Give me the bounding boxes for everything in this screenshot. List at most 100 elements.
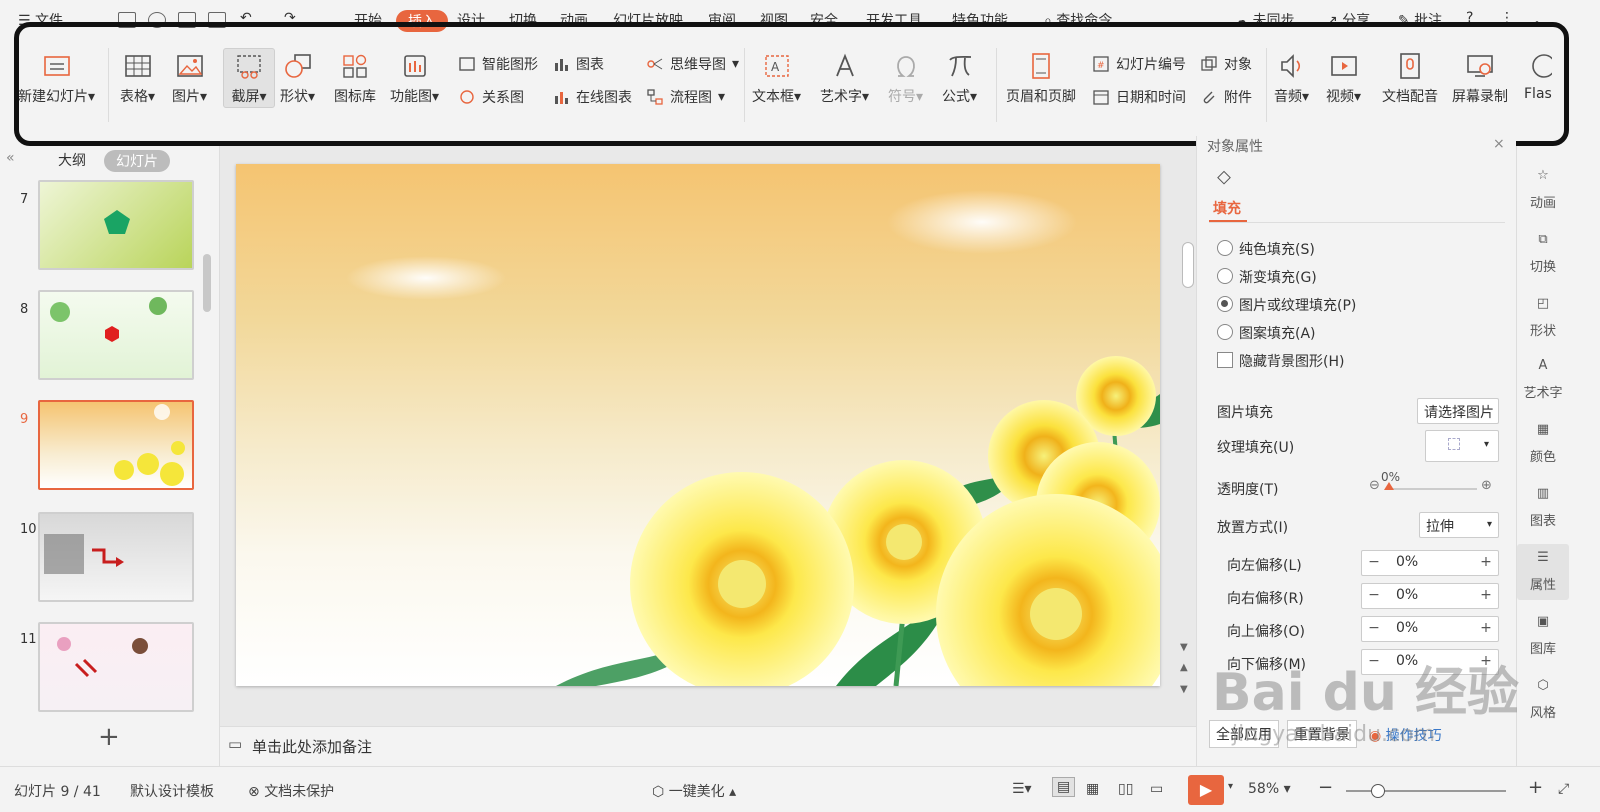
notes-area[interactable]: ▭ 单击此处添加备注 xyxy=(220,726,1196,766)
offset-top-stepper[interactable]: −0% + xyxy=(1361,616,1499,642)
comment-button[interactable]: ✎ 批注 xyxy=(1398,10,1442,30)
sidebar-item-animation[interactable]: ☆ 动画 xyxy=(1517,168,1569,211)
attachment-button[interactable]: 附件 xyxy=(1200,87,1252,107)
save-icon[interactable] xyxy=(118,12,136,28)
collapse-ribbon-icon[interactable]: ︿ xyxy=(1530,10,1544,30)
slide-vertical-scrollbar[interactable] xyxy=(1182,242,1194,288)
picture-fill-select[interactable]: 请选择图片 xyxy=(1417,398,1499,424)
export-pdf-icon[interactable] xyxy=(208,12,226,28)
sidebar-item-transition[interactable]: ⧉ 切换 xyxy=(1517,232,1569,275)
minus-button[interactable]: − xyxy=(1364,620,1384,636)
tab-animation[interactable]: 动画 xyxy=(560,10,588,30)
offset-left-value[interactable]: 0% xyxy=(1396,554,1418,570)
placement-select[interactable]: 拉伸 ▾ xyxy=(1419,512,1499,538)
minus-button[interactable]: − xyxy=(1364,554,1384,570)
flash-button[interactable]: Flas xyxy=(1524,52,1552,102)
wordart-button[interactable]: 艺术字▾ xyxy=(820,52,869,106)
presenter-view-icon[interactable]: ▭ xyxy=(1150,781,1163,797)
undo-history-icon[interactable] xyxy=(148,12,166,28)
thumbnail-scrollbar[interactable] xyxy=(203,254,211,312)
print-icon[interactable] xyxy=(178,12,196,28)
tab-outline[interactable]: 大纲 xyxy=(58,150,86,170)
tab-design[interactable]: 设计 xyxy=(457,10,485,30)
tab-view[interactable]: 视图 xyxy=(760,10,788,30)
tab-security[interactable]: 安全 xyxy=(810,10,838,30)
online-chart-button[interactable]: 在线图表 xyxy=(552,87,632,107)
template-name[interactable]: 默认设计模板 xyxy=(130,781,214,801)
function-chart-button[interactable]: 功能图▾ xyxy=(390,52,439,106)
tab-features[interactable]: 特色功能 xyxy=(952,10,1008,30)
table-button[interactable]: 表格▾ xyxy=(120,52,155,106)
fit-window-icon[interactable]: ⤢ xyxy=(1558,781,1569,797)
video-button[interactable]: 视频▾ xyxy=(1326,52,1361,106)
tab-transition[interactable]: 切换 xyxy=(509,10,537,30)
chevron-down-icon[interactable]: ▾ xyxy=(1228,781,1233,792)
tab-review[interactable]: 审阅 xyxy=(708,10,736,30)
tab-home[interactable]: 开始 xyxy=(354,10,382,30)
sidebar-item-shape[interactable]: ◰ 形状 xyxy=(1517,296,1569,339)
file-menu[interactable]: ☰ 文件 xyxy=(18,10,63,30)
minus-button[interactable]: − xyxy=(1364,587,1384,603)
transparency-minus-button[interactable]: ⊖ xyxy=(1369,478,1380,493)
sidebar-item-wordart[interactable]: A 艺术字 xyxy=(1517,358,1569,401)
beautify-button[interactable]: ⬡ 一键美化 ▴ xyxy=(652,781,736,801)
play-slideshow-button[interactable]: ▶ xyxy=(1188,775,1224,805)
mindmap-button[interactable]: 思维导图 ▾ xyxy=(646,54,739,74)
hide-background-checkbox[interactable] xyxy=(1217,352,1233,368)
new-slide-button[interactable]: 新建幻灯片▾ xyxy=(18,52,95,106)
icon-library-button[interactable]: 图标库 xyxy=(334,52,376,106)
slide-thumbnail[interactable] xyxy=(38,290,194,380)
share-button[interactable]: ↗ 分享 xyxy=(1326,10,1370,30)
slide-thumbnail-current[interactable] xyxy=(38,400,194,490)
sidebar-item-chart[interactable]: ▥ 图表 xyxy=(1517,486,1569,529)
smart-art-button[interactable]: 智能图形 xyxy=(458,54,538,74)
zoom-value[interactable]: 58% ▾ xyxy=(1248,781,1291,797)
picture-button[interactable]: 图片▾ xyxy=(172,52,207,106)
sidebar-item-style[interactable]: ⬡ 风格 xyxy=(1517,678,1569,721)
slide-number-button[interactable]: # 幻灯片编号 xyxy=(1092,54,1186,74)
relation-chart-button[interactable]: 关系图 xyxy=(458,87,524,107)
tab-fill[interactable]: 填充 xyxy=(1213,198,1241,218)
textbox-button[interactable]: A 文本框▾ xyxy=(752,52,801,106)
tab-insert[interactable]: 插入 xyxy=(396,10,448,32)
normal-view-icon[interactable]: ▤ xyxy=(1052,777,1076,797)
sidebar-item-properties[interactable]: ☰ 属性 xyxy=(1517,544,1569,600)
next-slide-icon[interactable]: ▼ xyxy=(1180,684,1188,695)
scroll-down-icon[interactable]: ▼ xyxy=(1180,642,1188,653)
datetime-button[interactable]: 日期和时间 xyxy=(1092,87,1186,107)
reading-view-icon[interactable]: ▯▯ xyxy=(1118,781,1133,797)
formula-button[interactable]: 公式▾ xyxy=(942,52,977,106)
header-footer-button[interactable]: 页眉和页脚 xyxy=(1006,52,1076,106)
protection-status[interactable]: ⊗ 文档未保护 xyxy=(248,781,334,801)
pattern-fill-radio[interactable] xyxy=(1217,324,1233,340)
slide-thumbnail[interactable] xyxy=(38,180,194,270)
undo-icon[interactable]: ↶ xyxy=(240,10,252,26)
add-slide-button[interactable]: + xyxy=(98,722,120,752)
prev-slide-icon[interactable]: ▲ xyxy=(1180,662,1188,673)
redo-icon[interactable]: ↷ xyxy=(284,10,296,26)
screenshot-button[interactable]: 截屏▾ xyxy=(223,48,275,108)
more-icon[interactable]: ⋮ xyxy=(1500,10,1514,26)
texture-fill-select[interactable]: ▾ xyxy=(1425,430,1499,462)
transparency-plus-button[interactable]: ⊕ xyxy=(1481,478,1492,493)
doc-dubbing-button[interactable]: 文档配音 xyxy=(1382,52,1438,106)
slide-thumbnail[interactable] xyxy=(38,622,194,712)
sync-status[interactable]: ☁ 未同步 xyxy=(1234,10,1294,30)
slide-thumbnail[interactable] xyxy=(38,512,194,602)
offset-right-stepper[interactable]: −0% + xyxy=(1361,583,1499,609)
flowchart-button[interactable]: 流程图 ▾ xyxy=(646,87,725,107)
fill-bucket-icon[interactable]: ⬦ xyxy=(1217,164,1231,188)
symbol-button[interactable]: 符号▾ xyxy=(888,52,923,106)
help-icon[interactable]: ? xyxy=(1466,10,1473,26)
audio-button[interactable]: 音频▾ xyxy=(1274,52,1309,106)
zoom-in-button[interactable]: + xyxy=(1528,777,1543,798)
zoom-out-button[interactable]: − xyxy=(1318,777,1333,798)
tab-slideshow[interactable]: 幻灯片放映 xyxy=(613,10,683,30)
offset-left-stepper[interactable]: −0% + xyxy=(1361,550,1499,576)
object-button[interactable]: 对象 xyxy=(1200,54,1252,74)
solid-fill-radio[interactable] xyxy=(1217,240,1233,256)
offset-right-value[interactable]: 0% xyxy=(1396,587,1418,603)
shape-button[interactable]: 形状▾ xyxy=(280,52,315,106)
notes-toggle-icon[interactable]: ☰▾ xyxy=(1012,781,1032,797)
search-command[interactable]: ⌕ 查找命令 xyxy=(1044,10,1112,30)
